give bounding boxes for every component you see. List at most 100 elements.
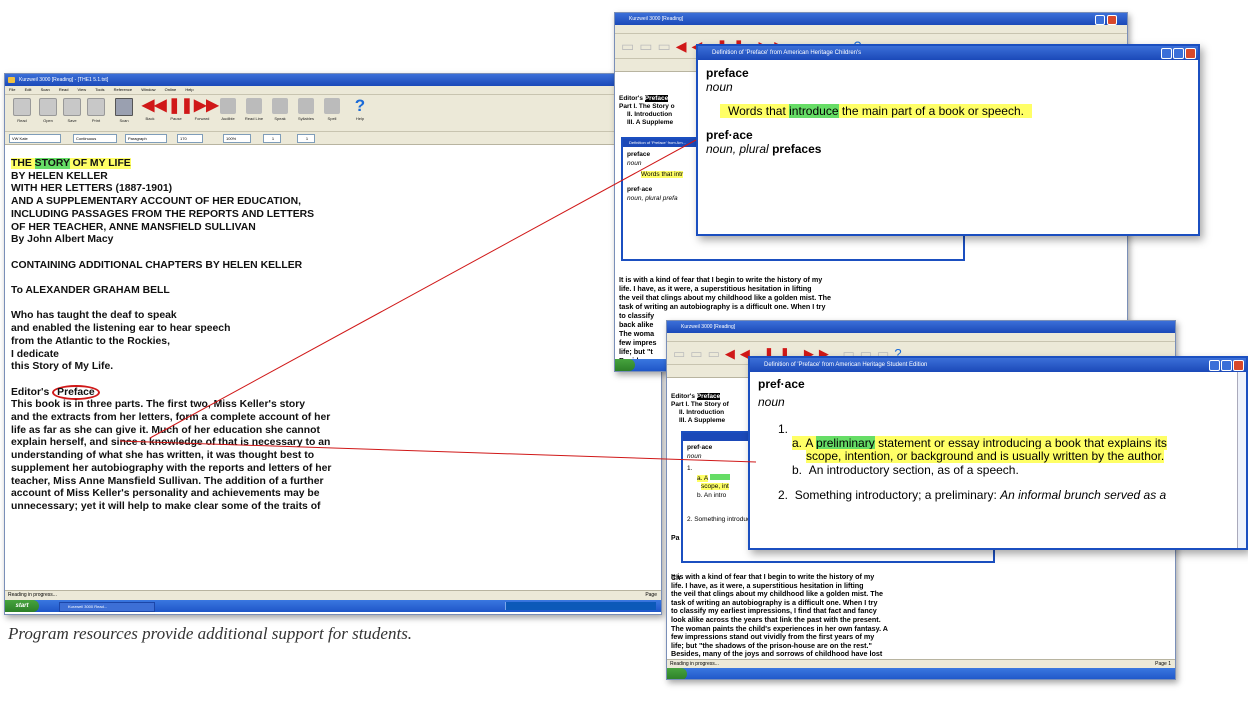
menu-window[interactable]: Window — [141, 87, 155, 92]
taskbar-item-kurzweil[interactable]: Kurzweil 3000 Read... — [59, 602, 155, 612]
print-icon — [87, 98, 105, 116]
menu-edit[interactable]: Edit — [25, 87, 32, 92]
tray-icons — [505, 602, 656, 610]
app-icon — [8, 77, 15, 83]
definition-current-word: introduce — [789, 104, 839, 118]
paragraph-line: and the extracts from her letters, form … — [11, 412, 331, 424]
spell-icon — [324, 98, 340, 114]
question-icon: ? — [354, 96, 366, 115]
back-button[interactable]: ◀◀ Back — [139, 98, 167, 128]
spell-button[interactable]: Spell — [321, 98, 343, 128]
pause-icon: ❚❚ — [168, 97, 194, 114]
reading-unit-select[interactable]: Paragraph — [125, 134, 167, 143]
doc-line: To ALEXANDER GRAHAM BELL — [11, 285, 170, 297]
student-popup-scrollbar[interactable] — [1237, 372, 1246, 548]
pause-button[interactable]: ❚❚ Pause — [165, 97, 194, 128]
bottom-side-text: Editor's Preface Part I. The Story of II… — [671, 393, 729, 424]
restore-icon[interactable] — [1209, 360, 1220, 371]
page-from-field[interactable]: 1 — [263, 134, 281, 143]
bottom-body-text: It is with a kind of fear that I begin t… — [671, 572, 888, 659]
doc-line: By John Albert Macy — [11, 234, 114, 246]
doc-line: AND A SUPPLEMENTARY ACCOUNT OF HER EDUCA… — [11, 196, 301, 208]
menu-reference[interactable]: Reference — [114, 87, 132, 92]
taskbar: start Kurzweil 3000 Read... — [5, 600, 661, 612]
paragraph-line: This book is in three parts. The first t… — [11, 399, 306, 411]
menu-file[interactable]: File — [9, 87, 15, 92]
menu-read[interactable]: Read — [59, 87, 69, 92]
close-icon[interactable] — [1107, 15, 1117, 25]
bottom-taskbar — [667, 668, 1175, 679]
preface-word-circled[interactable]: Preface — [52, 384, 100, 400]
open-icon — [39, 98, 57, 116]
save-icon — [63, 98, 81, 116]
bottom-window-title: Kurzweil 3000 [Reading] — [681, 324, 736, 330]
speed-field[interactable]: 170 — [177, 134, 203, 143]
close-icon[interactable] — [1233, 360, 1244, 371]
doc-line: BY HELEN KELLER — [11, 170, 108, 182]
entry-pos-2: noun, plural prefaces — [706, 142, 822, 156]
doc-line: CONTAINING ADDITIONAL CHAPTERS BY HELEN … — [11, 259, 303, 271]
maximize-icon[interactable] — [1221, 360, 1232, 371]
student-headword: pref·ace — [758, 377, 805, 391]
read-icon — [13, 98, 31, 116]
top-menu-bar — [615, 25, 1127, 34]
sense-1a: a. A preliminary statement or essay intr… — [792, 435, 1167, 450]
voice-select[interactable]: VW Kate — [9, 134, 61, 143]
restore-icon[interactable] — [1161, 48, 1172, 59]
doc-line: I dedicate — [11, 348, 59, 360]
syllables-button[interactable]: Syllables — [295, 98, 317, 128]
help-button[interactable]: ? Help — [349, 96, 371, 128]
paragraph-line: teacher, Miss Anne Mansfield Sullivan. T… — [11, 475, 324, 487]
caption-text: Program resources provide additional sup… — [8, 624, 413, 643]
syllables-icon — [298, 98, 314, 114]
scan-button[interactable]: Scan — [113, 98, 135, 128]
doc-line: this Story of My Life. — [11, 361, 114, 373]
top-start-button[interactable] — [615, 359, 635, 371]
paragraph-line: account of Miss Keller's personality and… — [11, 488, 320, 500]
paragraph-line: supplement her autobiography with the re… — [11, 462, 332, 474]
read-line-button[interactable]: Read Line — [243, 98, 265, 128]
doc-line — [11, 298, 651, 311]
bottom-menu-bar — [667, 333, 1175, 342]
children-popup-title: Definition of 'Preface' from American He… — [712, 50, 862, 56]
maximize-icon[interactable] — [1173, 48, 1184, 59]
bottom-title-bar: Kurzweil 3000 [Reading] — [667, 321, 1175, 333]
page-to-field[interactable]: 1 — [297, 134, 315, 143]
student-pos: noun — [758, 394, 785, 409]
bottom-selected-word: Preface — [696, 393, 721, 400]
main-window-title: Kurzweil 3000 [Reading] - [THE1 5.1.txt] — [19, 77, 109, 83]
top-title-bar: Kurzweil 3000 [Reading] — [615, 13, 1127, 25]
open-button[interactable]: Open — [37, 98, 59, 128]
speak-button[interactable]: Speak — [269, 98, 291, 128]
doc-line — [11, 272, 651, 285]
top-selected-word: Preface — [644, 95, 669, 102]
paragraph-line: unnecessary; yet it will help to make cl… — [11, 500, 321, 512]
doc-title-line: THE STORY OF MY LIFE — [11, 158, 651, 171]
menu-online[interactable]: Online — [165, 87, 177, 92]
children-popup-title-bar: Definition of 'Preface' from American He… — [698, 46, 1198, 60]
menu-view[interactable]: View — [78, 87, 87, 92]
forward-button[interactable]: ▶▶ Forward — [191, 98, 219, 128]
doc-line — [11, 374, 651, 387]
menu-scan[interactable]: Scan — [41, 87, 50, 92]
doc-highlight-rest: OF MY LIFE — [69, 158, 131, 169]
reading-mode-select[interactable]: Continuous — [73, 134, 117, 143]
menu-tools[interactable]: Tools — [95, 87, 104, 92]
doc-current-word: STORY — [34, 158, 70, 169]
document-area[interactable]: THE STORY OF MY LIFE BY HELEN KELLER WIT… — [11, 158, 651, 514]
start-button[interactable]: start — [5, 600, 39, 612]
save-button[interactable]: Save — [61, 98, 83, 128]
student-popup-title: Definition of 'Preface' from American He… — [764, 362, 928, 368]
bottom-start-button[interactable] — [667, 668, 687, 679]
audible-button[interactable]: Audible — [217, 98, 239, 128]
menu-help[interactable]: Help — [185, 87, 193, 92]
print-button[interactable]: Print — [85, 98, 107, 128]
student-current-word: preliminary — [816, 435, 875, 450]
student-definition-popup: Definition of 'Preface' from American He… — [748, 356, 1248, 550]
doc-line: from the Atlantic to the Rockies, — [11, 335, 170, 347]
zoom-field[interactable]: 100% — [223, 134, 251, 143]
close-icon[interactable] — [1185, 48, 1196, 59]
read-button[interactable]: Read — [11, 98, 33, 128]
minimize-icon[interactable] — [1095, 15, 1105, 25]
top-side-text: Editor's Preface Part I. The Story o II.… — [619, 95, 675, 126]
